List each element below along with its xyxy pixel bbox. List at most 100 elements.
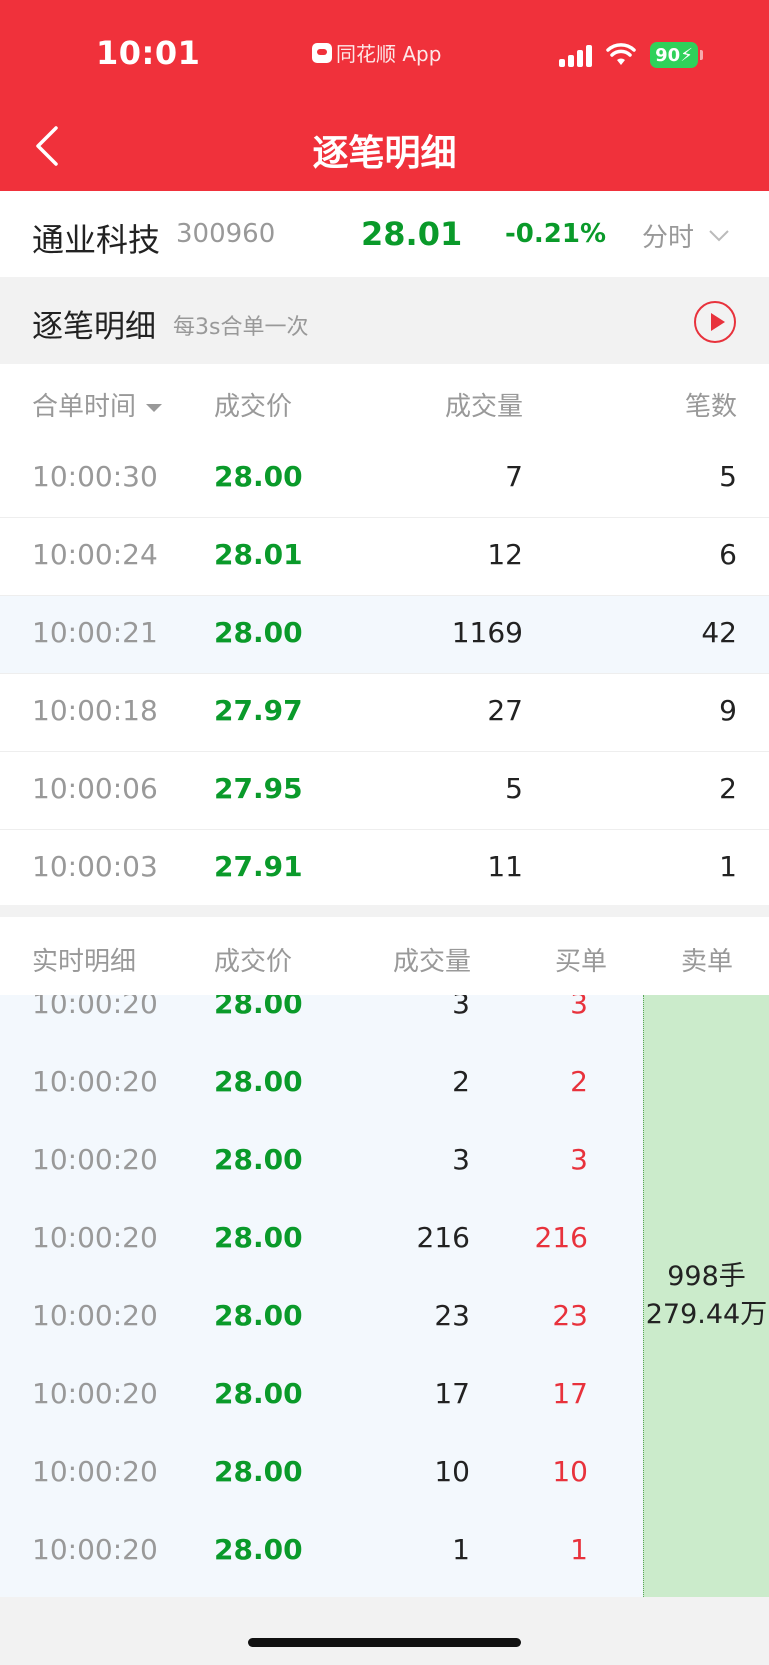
page-title: 逐笔明细 — [312, 133, 457, 174]
item-time: 10:00:20 — [32, 1065, 158, 1098]
row-time: 10:00:06 — [32, 772, 158, 805]
row-volume: 7 — [505, 460, 523, 493]
row-price: 27.97 — [214, 694, 303, 727]
status-icons: 90 ⚡ — [559, 42, 703, 68]
item-time: 10:00:20 — [32, 1221, 158, 1254]
item-buy: 216 — [534, 1221, 588, 1254]
section-subtitle: 每3s合单一次 — [173, 315, 309, 340]
item-volume: 216 — [416, 1221, 470, 1254]
battery-level: 90 — [655, 44, 681, 66]
item-time: 10:00:20 — [32, 1299, 158, 1332]
stock-price: 28.01 — [361, 215, 463, 253]
app-header: 10:01 同花顺 App 90 ⚡ 逐笔明细 — [0, 0, 769, 191]
header-time: 合单时间 — [32, 392, 137, 422]
row-count: 9 — [719, 694, 737, 727]
table-row[interactable]: 10:00:03 27.91 11 1 — [0, 830, 769, 908]
header-count: 笔数 — [684, 392, 737, 422]
status-app-indicator[interactable]: 同花顺 App — [312, 38, 441, 67]
battery-nub — [700, 50, 703, 60]
header-volume: 成交量 — [392, 947, 471, 977]
item-price: 28.00 — [214, 1377, 303, 1410]
row-volume: 12 — [487, 538, 523, 571]
list-item[interactable]: 10:00:20 28.00 2 2 — [0, 1045, 640, 1123]
list-item[interactable]: 10:00:20 28.00 23 23 — [0, 1279, 640, 1357]
list-item[interactable]: 10:00:20 28.00 216 216 — [0, 1201, 640, 1279]
item-volume: 17 — [434, 1377, 470, 1410]
chevron-down-icon — [709, 229, 729, 241]
item-volume: 23 — [434, 1299, 470, 1332]
row-price: 27.91 — [214, 850, 303, 883]
realtime-table-header: 实时明细 成交价 成交量 买单 卖单 — [0, 917, 769, 995]
charging-icon: ⚡ — [680, 44, 693, 66]
item-buy: 3 — [570, 1143, 588, 1176]
sell-amount: 279.44万 — [645, 1299, 768, 1330]
table-row[interactable]: 10:00:06 27.95 5 2 — [0, 752, 769, 830]
stock-change: -0.21% — [505, 219, 606, 249]
sell-order-block[interactable]: 998手 279.44万 — [643, 995, 769, 1597]
row-volume: 27 — [487, 694, 523, 727]
item-volume: 10 — [434, 1455, 470, 1488]
item-price: 28.00 — [214, 1533, 303, 1566]
sell-lots: 998手 — [667, 1261, 746, 1292]
list-item[interactable]: 10:00:20 28.00 3 3 — [0, 995, 640, 1045]
battery-icon: 90 ⚡ — [650, 42, 698, 68]
row-count: 2 — [719, 772, 737, 805]
header-sell: 卖单 — [680, 947, 733, 977]
status-app-name: 同花顺 App — [336, 42, 442, 66]
play-icon[interactable] — [694, 301, 736, 343]
item-time: 10:00:20 — [32, 1455, 158, 1488]
stock-code: 300960 — [176, 219, 276, 249]
section-title: 逐笔明细 — [32, 309, 156, 345]
row-price: 28.00 — [214, 616, 303, 649]
table-row[interactable]: 10:00:24 28.01 12 6 — [0, 518, 769, 596]
item-volume: 3 — [452, 995, 470, 1020]
header-realtime: 实时明细 — [32, 947, 137, 977]
row-count: 5 — [719, 460, 737, 493]
item-volume: 3 — [452, 1143, 470, 1176]
wifi-icon — [606, 43, 636, 65]
item-time: 10:00:20 — [32, 1533, 158, 1566]
row-time: 10:00:30 — [32, 460, 158, 493]
sort-down-icon — [146, 403, 163, 412]
header-price: 成交价 — [214, 392, 293, 422]
item-price: 28.00 — [214, 995, 303, 1020]
list-item[interactable]: 10:00:20 28.00 17 17 — [0, 1357, 640, 1435]
cellular-signal-icon — [559, 43, 592, 67]
header-volume: 成交量 — [444, 392, 523, 422]
list-item[interactable]: 10:00:20 28.00 1 1 — [0, 1513, 640, 1591]
row-price: 27.95 — [214, 772, 303, 805]
row-count: 6 — [719, 538, 737, 571]
row-time: 10:00:18 — [32, 694, 158, 727]
item-buy: 23 — [552, 1299, 588, 1332]
merged-table-header: 合单时间 成交价 成交量 笔数 — [0, 364, 769, 440]
section-divider — [0, 905, 769, 917]
table-row[interactable]: 10:00:18 27.97 27 9 — [0, 674, 769, 752]
status-time: 10:01 — [96, 34, 201, 72]
item-buy: 3 — [570, 995, 588, 1020]
app-logo-icon — [312, 42, 332, 63]
home-indicator[interactable] — [248, 1638, 521, 1647]
row-price: 28.01 — [214, 538, 303, 571]
row-volume: 5 — [505, 772, 523, 805]
row-time: 10:00:03 — [32, 850, 158, 883]
mode-dropdown[interactable]: 分时 — [642, 217, 730, 254]
header-price: 成交价 — [214, 947, 293, 977]
realtime-trades-list[interactable]: 10:00:20 28.00 3 3 10:00:20 28.00 2 2 10… — [0, 995, 769, 1597]
item-price: 28.00 — [214, 1143, 303, 1176]
item-price: 28.00 — [214, 1221, 303, 1254]
item-buy: 17 — [552, 1377, 588, 1410]
sort-time-header[interactable]: 合单时间 — [32, 386, 163, 423]
item-volume: 2 — [452, 1065, 470, 1098]
section-header: 逐笔明细 每3s合单一次 — [0, 277, 769, 364]
table-row[interactable]: 10:00:30 28.00 7 5 — [0, 440, 769, 518]
item-time: 10:00:20 — [32, 995, 158, 1020]
row-price: 28.00 — [214, 460, 303, 493]
list-item[interactable]: 10:00:20 28.00 10 10 — [0, 1435, 640, 1513]
list-item[interactable]: 10:00:20 28.00 3 3 — [0, 1123, 640, 1201]
mode-label: 分时 — [642, 223, 695, 253]
table-row-selected[interactable]: 10:00:21 28.00 1169 42 — [0, 596, 769, 674]
stock-name: 通业科技 — [32, 221, 161, 259]
item-volume: 1 — [452, 1533, 470, 1566]
row-time: 10:00:24 — [32, 538, 158, 571]
item-price: 28.00 — [214, 1065, 303, 1098]
